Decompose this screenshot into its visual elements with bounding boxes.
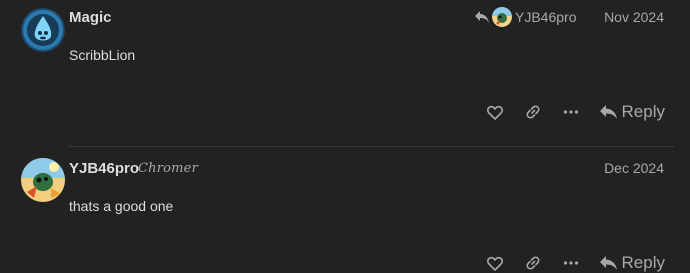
reply-arrow-icon — [475, 11, 489, 23]
post-body: ScribbLion — [69, 47, 136, 63]
reply-to-indicator[interactable]: YJB46pro — [474, 6, 576, 28]
reply-icon — [599, 256, 617, 270]
reply-button-label: Reply — [621, 102, 665, 121]
link-icon[interactable] — [523, 253, 543, 273]
reply-button[interactable]: Reply — [599, 253, 665, 273]
avatar-magic[interactable] — [21, 8, 65, 52]
more-options-icon[interactable] — [561, 102, 581, 122]
post-actions: Reply — [485, 102, 665, 122]
user-flair: Chromer — [138, 161, 198, 176]
post-actions: Reply — [485, 253, 665, 273]
more-options-icon[interactable] — [561, 253, 581, 273]
avatar-yjb46pro[interactable] — [21, 158, 65, 202]
link-icon[interactable] — [523, 102, 543, 122]
post-username[interactable]: YJB46pro — [69, 160, 139, 177]
post-username[interactable]: Magic — [69, 9, 112, 26]
post-magic: Magic YJB46pro Nov 2024 ScribbLion Reply — [0, 0, 690, 147]
reply-icon — [599, 105, 617, 119]
reply-button[interactable]: Reply — [599, 102, 665, 122]
post-date[interactable]: Dec 2024 — [604, 160, 664, 176]
post-body: thats a good one — [69, 198, 174, 214]
like-icon[interactable] — [485, 253, 505, 273]
post-date[interactable]: Nov 2024 — [604, 9, 664, 25]
reply-to-username: YJB46pro — [515, 9, 577, 25]
like-icon[interactable] — [485, 102, 505, 122]
post-yjb46pro: YJB46pro Chromer Dec 2024 thats a good o… — [0, 147, 690, 272]
reply-to-avatar — [492, 7, 512, 27]
reply-button-label: Reply — [621, 253, 665, 272]
